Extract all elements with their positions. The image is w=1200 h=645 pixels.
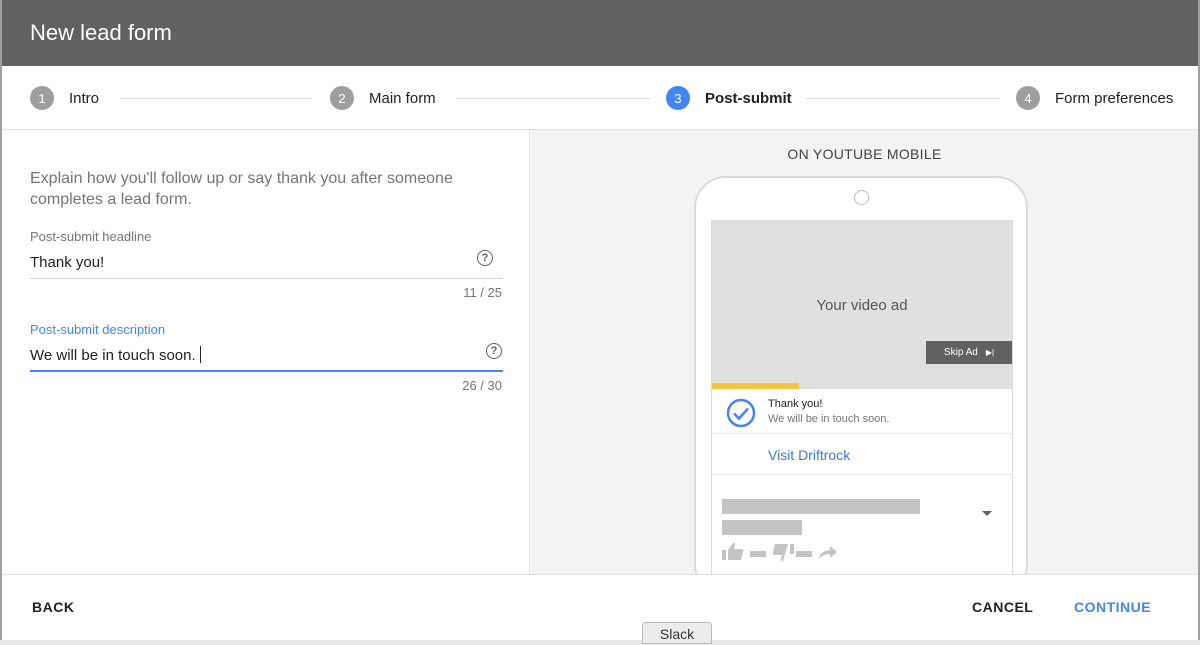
step-label: Intro <box>69 89 100 107</box>
description-char-counter: 26 / 30 <box>462 378 502 393</box>
description-value: We will be in touch soon. <box>30 347 196 364</box>
step-number: 3 <box>666 86 690 110</box>
visit-row: Visit Driftrock <box>712 435 1012 475</box>
step-main-form[interactable]: 2 Main form <box>330 86 436 110</box>
chevron-down-icon <box>982 511 992 516</box>
phone-mockup: Your video ad Skip Ad ▶| Thank you! We w… <box>694 176 1028 574</box>
form-instructions: Explain how you'll follow up or say than… <box>30 170 453 208</box>
step-intro[interactable]: 1 Intro <box>30 86 99 110</box>
step-label: Form preferences <box>1055 89 1174 107</box>
description-label: Post-submit description <box>30 322 166 337</box>
step-connector <box>456 98 650 99</box>
dialog-header: New lead form <box>2 0 1198 66</box>
dislike-count-bar <box>796 551 812 557</box>
lead-form-dialog: New lead form 1 Intro 2 Main form 3 Post… <box>0 0 1200 644</box>
dialog-title: New lead form <box>30 20 172 45</box>
visit-link: Visit Driftrock <box>768 447 851 463</box>
cancel-button[interactable]: CANCEL <box>972 599 1033 615</box>
step-number: 4 <box>1016 86 1040 110</box>
skip-next-icon: ▶| <box>985 348 995 357</box>
text-cursor <box>199 346 201 363</box>
headline-input[interactable]: Thank you! <box>30 254 104 271</box>
stepper: 1 Intro 2 Main form 3 Post-submit 4 Form… <box>2 66 1198 130</box>
check-circle-icon <box>726 398 756 428</box>
headline-label: Post-submit headline <box>30 229 152 244</box>
thank-you-card: Thank you! We will be in touch soon. <box>712 389 1012 434</box>
form-panel: Explain how you'll follow up or say than… <box>2 130 530 574</box>
placeholder-title-bar <box>722 499 920 514</box>
skip-ad-label: Skip Ad <box>943 347 978 358</box>
engagement-icons <box>722 542 837 562</box>
step-label: Main form <box>369 89 436 107</box>
thank-you-title: Thank you! <box>768 398 823 410</box>
thank-you-description: We will be in touch soon. <box>768 413 890 425</box>
step-connector <box>120 98 312 99</box>
continue-button[interactable]: CONTINUE <box>1074 599 1151 615</box>
back-button[interactable]: BACK <box>32 599 74 615</box>
step-label: Post-submit <box>705 89 792 107</box>
slack-taskbar-item[interactable]: Slack <box>642 622 712 644</box>
step-post-submit[interactable]: 3 Post-submit <box>666 86 792 110</box>
thumbs-up-icon <box>722 542 744 560</box>
description-input[interactable]: We will be in touch soon. <box>30 346 201 364</box>
video-ad-label: Your video ad <box>816 297 908 314</box>
placeholder-subtitle-bar <box>722 520 802 535</box>
camera-icon <box>854 190 869 205</box>
preview-title: ON YOUTUBE MOBILE <box>787 146 942 162</box>
share-icon <box>819 546 837 559</box>
video-ad-placeholder: Your video ad Skip Ad ▶| <box>712 221 1012 389</box>
headline-underline <box>30 278 503 279</box>
thumbs-down-icon <box>772 544 794 562</box>
headline-char-counter: 11 / 25 <box>463 285 502 300</box>
step-number: 1 <box>30 86 54 110</box>
step-connector <box>806 98 1000 99</box>
description-underline <box>30 370 503 372</box>
phone-screen: Your video ad Skip Ad ▶| Thank you! We w… <box>711 220 1013 574</box>
step-form-preferences[interactable]: 4 Form preferences <box>1016 86 1173 110</box>
preview-panel: ON YOUTUBE MOBILE Your video ad Skip Ad … <box>531 130 1198 574</box>
help-icon[interactable]: ? <box>486 343 502 359</box>
dialog-footer: BACK CANCEL CONTINUE <box>2 574 1198 640</box>
like-count-bar <box>750 551 766 557</box>
step-number: 2 <box>330 86 354 110</box>
skip-ad-button: Skip Ad ▶| <box>926 341 1012 364</box>
help-icon[interactable]: ? <box>477 250 493 266</box>
